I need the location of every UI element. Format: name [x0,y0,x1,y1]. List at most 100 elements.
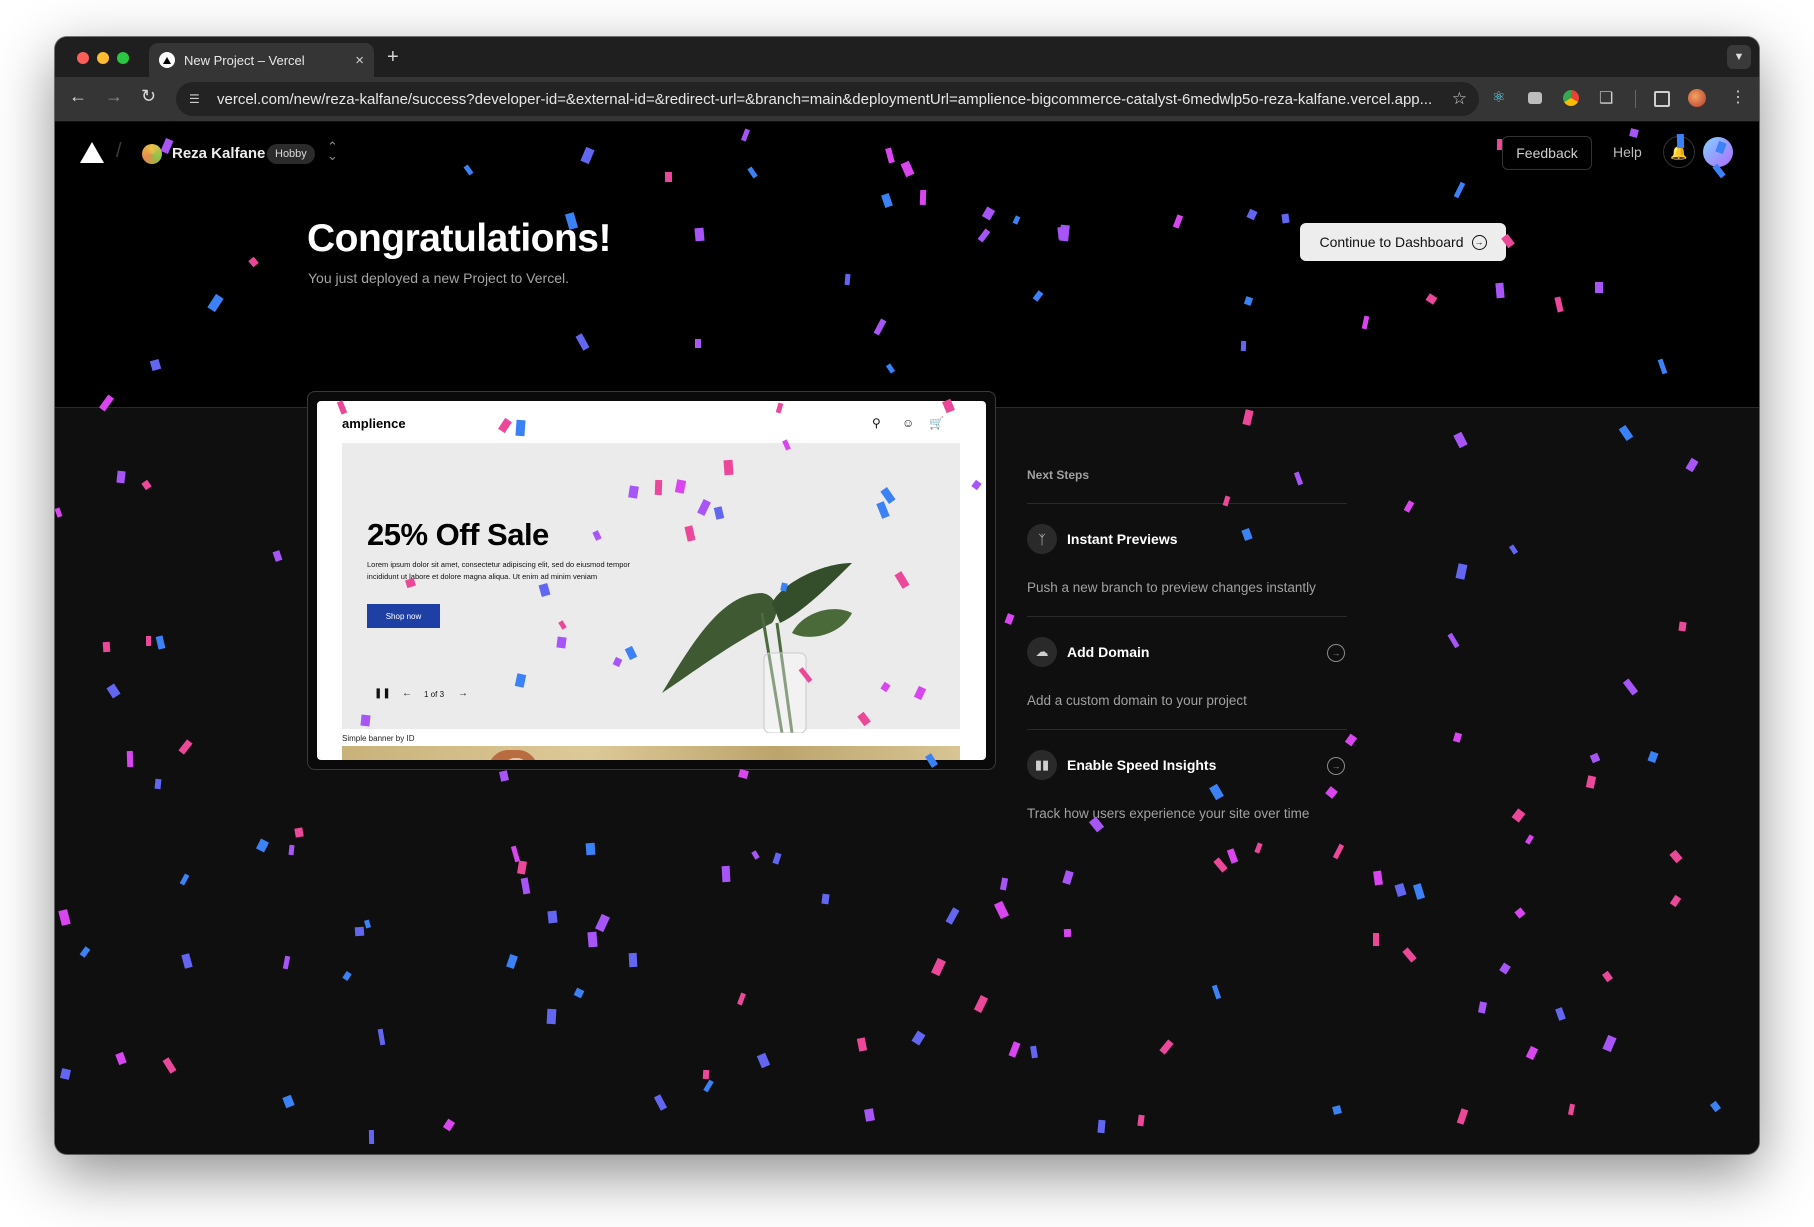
confetti-piece [1555,1007,1566,1021]
react-devtools-icon[interactable]: ⚛ [1492,88,1512,108]
deployment-preview[interactable]: amplience ⚲ ☺ 🛒 25% Off Sale Lorem ipsum… [307,391,996,770]
confetti-piece [973,995,989,1013]
plan-badge: Hobby [267,144,315,164]
next-arrow-icon: → [458,688,468,699]
reload-icon[interactable]: ↻ [141,86,156,107]
confetti-piece [1373,870,1383,886]
confetti-piece [106,683,121,699]
confetti-piece [255,838,270,853]
browser-toolbar: ← → ↻ ☰ vercel.com/new/reza-kalfane/succ… [55,77,1759,122]
confetti-piece [1508,544,1519,555]
site-info-icon[interactable]: ☰ [189,92,207,106]
confetti-piece [993,900,1010,920]
continue-label: Continue to Dashboard [1319,234,1464,250]
sale-heading: 25% Off Sale [367,517,549,552]
confetti-piece [141,479,152,491]
confetti-piece [520,877,531,895]
user-icon: ☺ [902,416,915,430]
confetti-piece [1452,732,1463,743]
banner-label: Simple banner by ID [342,734,415,743]
arrow-right-circle-icon[interactable]: → [1327,644,1345,662]
bookmark-star-icon[interactable]: ☆ [1452,89,1467,109]
confetti-piece [1669,849,1683,864]
confetti-piece [1097,1119,1106,1134]
minimize-window-button[interactable] [97,52,109,64]
confetti-piece [442,1118,456,1132]
tab-search-button[interactable]: ▼ [1727,45,1751,69]
confetti-piece [1678,621,1687,632]
confetti-piece [1685,457,1699,473]
arrow-right-circle-icon[interactable]: → [1327,757,1345,775]
prev-arrow-icon: ← [402,688,412,699]
confetti-piece [1293,471,1304,486]
team-name[interactable]: Reza Kalfane [172,145,265,162]
preview-screenshot: amplience ⚲ ☺ 🛒 25% Off Sale Lorem ipsum… [317,401,986,760]
confetti-piece [702,1069,710,1080]
bar-chart-icon: ▮▮ [1027,750,1057,780]
confetti-piece [1525,1045,1539,1061]
side-panel-icon[interactable] [1654,91,1670,107]
confetti-piece [126,750,134,768]
confetti-piece [628,952,638,968]
confetti-piece [1447,632,1460,649]
confetti-piece [1455,563,1468,580]
confetti-piece [506,954,518,969]
search-icon: ⚲ [872,416,881,430]
next-step-instant-previews[interactable]: ᛉ Instant Previews Push a new branch to … [1027,503,1347,616]
next-step-add-domain[interactable]: ☁ Add Domain → Add a custom domain to yo… [1027,616,1347,729]
plant-image [652,523,912,738]
confetti-piece [999,877,1009,891]
confetti-piece [1478,1001,1487,1014]
help-link[interactable]: Help [1613,144,1642,160]
confetti-piece [1499,962,1511,975]
git-branch-icon: ᛉ [1027,524,1057,554]
team-avatar[interactable] [142,144,162,164]
extensions-puzzle-icon[interactable]: ❑ [1599,88,1619,108]
chevron-up-down-icon[interactable]: ⌃ ⌄ [327,140,338,162]
confetti-piece [342,971,352,981]
address-bar[interactable]: ☰ vercel.com/new/reza-kalfane/success?de… [176,82,1479,116]
confetti-piece [945,907,960,925]
confetti-piece [772,852,782,865]
notification-bell-icon[interactable]: 🔔 [1663,136,1695,168]
vercel-logo-icon[interactable] [80,142,104,163]
confetti-piece [1254,842,1263,854]
confetti-piece [703,1079,714,1093]
confetti-piece [1226,848,1239,864]
tab-close-icon[interactable]: × [355,52,364,69]
cloud-icon: ☁ [1027,637,1057,667]
confetti-piece [517,860,527,875]
confetti-piece [59,1068,72,1080]
feedback-button[interactable]: Feedback [1502,136,1592,170]
confetti-piece [1622,678,1639,696]
confetti-piece [79,946,91,958]
url-text[interactable]: vercel.com/new/reza-kalfane/success?deve… [217,91,1457,108]
tab-new-project[interactable]: New Project – Vercel × [149,43,374,77]
confetti-piece [585,842,596,856]
color-extension-icon[interactable] [1563,90,1579,106]
next-step-name: Instant Previews [1067,531,1178,547]
confetti-piece [179,873,190,886]
close-window-button[interactable] [77,52,89,64]
tab-strip: New Project – Vercel × + ▼ [55,37,1759,77]
maximize-window-button[interactable] [117,52,129,64]
breadcrumb-separator: / [116,140,122,162]
confetti-piece [363,919,372,929]
continue-to-dashboard-button[interactable]: Continue to Dashboard → [1300,223,1506,261]
preview-hero-banner: 25% Off Sale Lorem ipsum dolor sit amet,… [342,443,960,734]
confetti-piece [116,470,126,484]
forward-arrow-icon[interactable]: → [105,86,123,107]
confetti-piece [115,1051,127,1066]
confetti-piece [1008,1041,1021,1058]
user-avatar[interactable] [1703,137,1733,167]
profile-avatar-icon[interactable] [1688,89,1706,107]
camera-extension-icon[interactable] [1528,92,1542,104]
next-step-speed-insights[interactable]: ▮▮ Enable Speed Insights → Track how use… [1027,729,1347,842]
more-menu-icon[interactable]: ⋮ [1730,87,1750,107]
confetti-piece [155,635,166,650]
new-tab-button[interactable]: + [387,46,399,69]
confetti-piece [1585,775,1597,789]
confetti-piece [587,931,598,948]
back-arrow-icon[interactable]: ← [69,86,87,107]
preview-brand-logo: amplience [342,416,406,431]
